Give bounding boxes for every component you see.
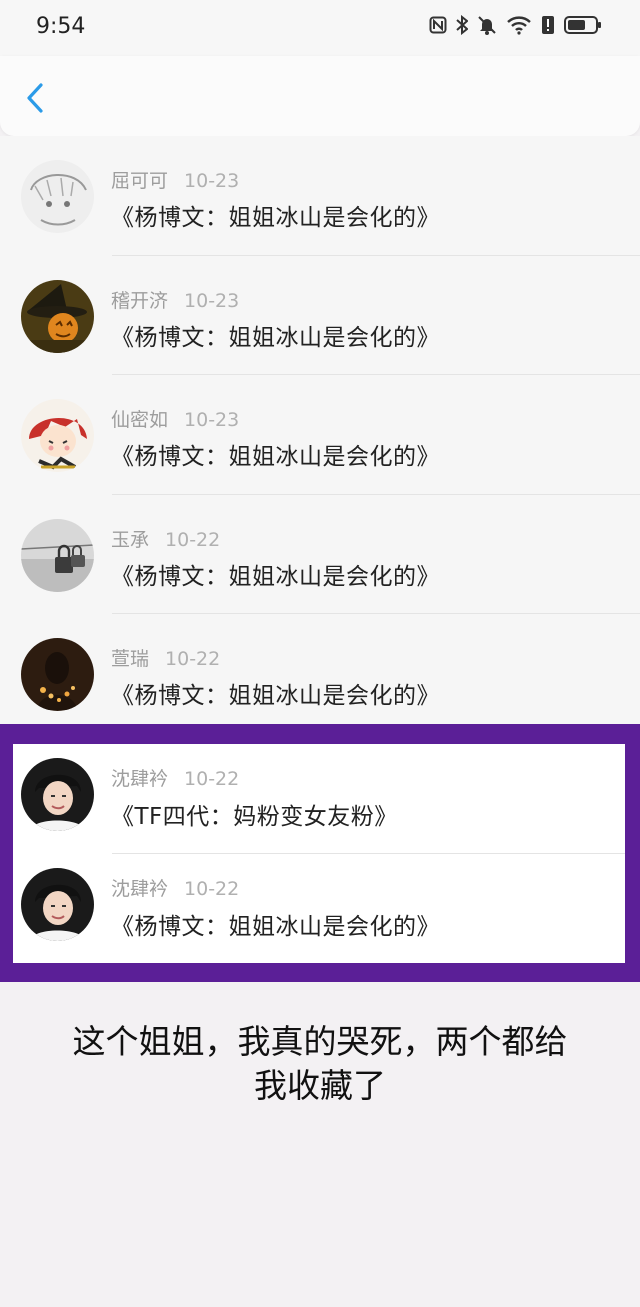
nav-header (0, 56, 640, 136)
caption-line: 我收藏了 (254, 1066, 386, 1105)
comment-date: 10-23 (184, 289, 240, 312)
comment-meta: 沈肆衿 10-22 (111, 764, 239, 791)
comment-date: 10-22 (165, 528, 221, 551)
list-item[interactable]: 沈肆衿 10-22 《TF四代：妈粉变女友粉》 (13, 744, 625, 854)
chevron-left-icon (27, 83, 43, 113)
comment-title[interactable]: 《杨博文：姐姐冰山是会化的》 (111, 676, 440, 710)
anime-sketch-avatar[interactable] (21, 160, 94, 233)
list-item[interactable]: 萱瑞 10-22 《杨博文：姐姐冰山是会化的》 (0, 614, 640, 734)
user-name[interactable]: 萱瑞 (111, 648, 149, 670)
list-item[interactable]: 屈可可 10-23 《杨博文：姐姐冰山是会化的》 (0, 136, 640, 256)
pumpkin-witch-avatar[interactable] (21, 279, 94, 353)
comment-meta: 沈肆衿 10-22 (111, 874, 239, 901)
status-time: 9:54 (36, 14, 86, 39)
nfc-icon (429, 16, 447, 38)
mute-bell-icon (477, 15, 497, 39)
comment-meta: 屈可可 10-23 (111, 166, 239, 193)
comment-list: 屈可可 10-23 《杨博文：姐姐冰山是会化的》 稽开济 10-23 《杨博文：姐姐… (0, 136, 640, 734)
highlighted-list: 沈肆衿 10-22 《TF四代：妈粉变女友粉》 沈肆衿 10-22 《杨博文：姐姐冰… (13, 744, 625, 963)
comment-title[interactable]: 《杨博文：姐姐冰山是会化的》 (111, 907, 440, 941)
comment-date: 10-23 (184, 409, 240, 431)
user-name[interactable]: 沈肆衿 (111, 768, 168, 790)
candlelight-avatar[interactable] (21, 638, 94, 711)
list-item[interactable]: 稽开济 10-23 《杨博文：姐姐冰山是会化的》 (0, 256, 640, 375)
comment-title[interactable]: 《TF四代：妈粉变女友粉》 (111, 797, 398, 831)
comment-meta: 玉承 10-22 (111, 525, 220, 552)
status-bar: 9:54 (0, 0, 640, 56)
user-name[interactable]: 稽开济 (111, 290, 168, 312)
wifi-icon (506, 15, 532, 39)
highlight-frame: 沈肆衿 10-22 《TF四代：妈粉变女友粉》 沈肆衿 10-22 《杨博文：姐姐冰… (0, 724, 640, 982)
comment-date: 10-23 (184, 170, 240, 192)
back-button[interactable] (18, 80, 52, 116)
comment-meta: 稽开济 10-23 (111, 286, 239, 313)
comment-date: 10-22 (165, 648, 221, 670)
comment-meta: 萱瑞 10-22 (111, 644, 220, 671)
alert-icon (541, 15, 555, 39)
padlock-avatar[interactable] (21, 518, 94, 592)
bluetooth-icon (456, 14, 469, 39)
comment-title[interactable]: 《杨博文：姐姐冰山是会化的》 (111, 318, 440, 352)
comment-title[interactable]: 《杨博文：姐姐冰山是会化的》 (111, 557, 440, 591)
comment-title[interactable]: 《杨博文：姐姐冰山是会化的》 (111, 437, 440, 471)
user-name[interactable]: 沈肆衿 (111, 878, 168, 900)
boy-photo-avatar[interactable] (21, 758, 94, 831)
user-name[interactable]: 仙密如 (111, 409, 168, 431)
red-hair-girl-avatar[interactable] (21, 399, 94, 472)
status-icons (429, 14, 602, 39)
comment-title[interactable]: 《杨博文：姐姐冰山是会化的》 (111, 198, 440, 232)
comment-date: 10-22 (184, 877, 240, 900)
battery-icon (564, 15, 602, 39)
user-name[interactable]: 屈可可 (111, 170, 168, 192)
list-item[interactable]: 仙密如 10-23 《杨博文：姐姐冰山是会化的》 (0, 375, 640, 495)
list-item[interactable]: 沈肆衿 10-22 《杨博文：姐姐冰山是会化的》 (13, 854, 625, 964)
boy-photo-avatar[interactable] (21, 867, 94, 941)
caption-line: 这个姐姐，我真的哭死，两个都给 (72, 1022, 568, 1061)
list-item[interactable]: 玉承 10-22 《杨博文：姐姐冰山是会化的》 (0, 495, 640, 614)
comment-meta: 仙密如 10-23 (111, 405, 239, 432)
comment-date: 10-22 (184, 768, 240, 790)
user-name[interactable]: 玉承 (111, 529, 149, 551)
caption-text: 这个姐姐，我真的哭死，两个都给 我收藏了 (0, 1020, 640, 1108)
